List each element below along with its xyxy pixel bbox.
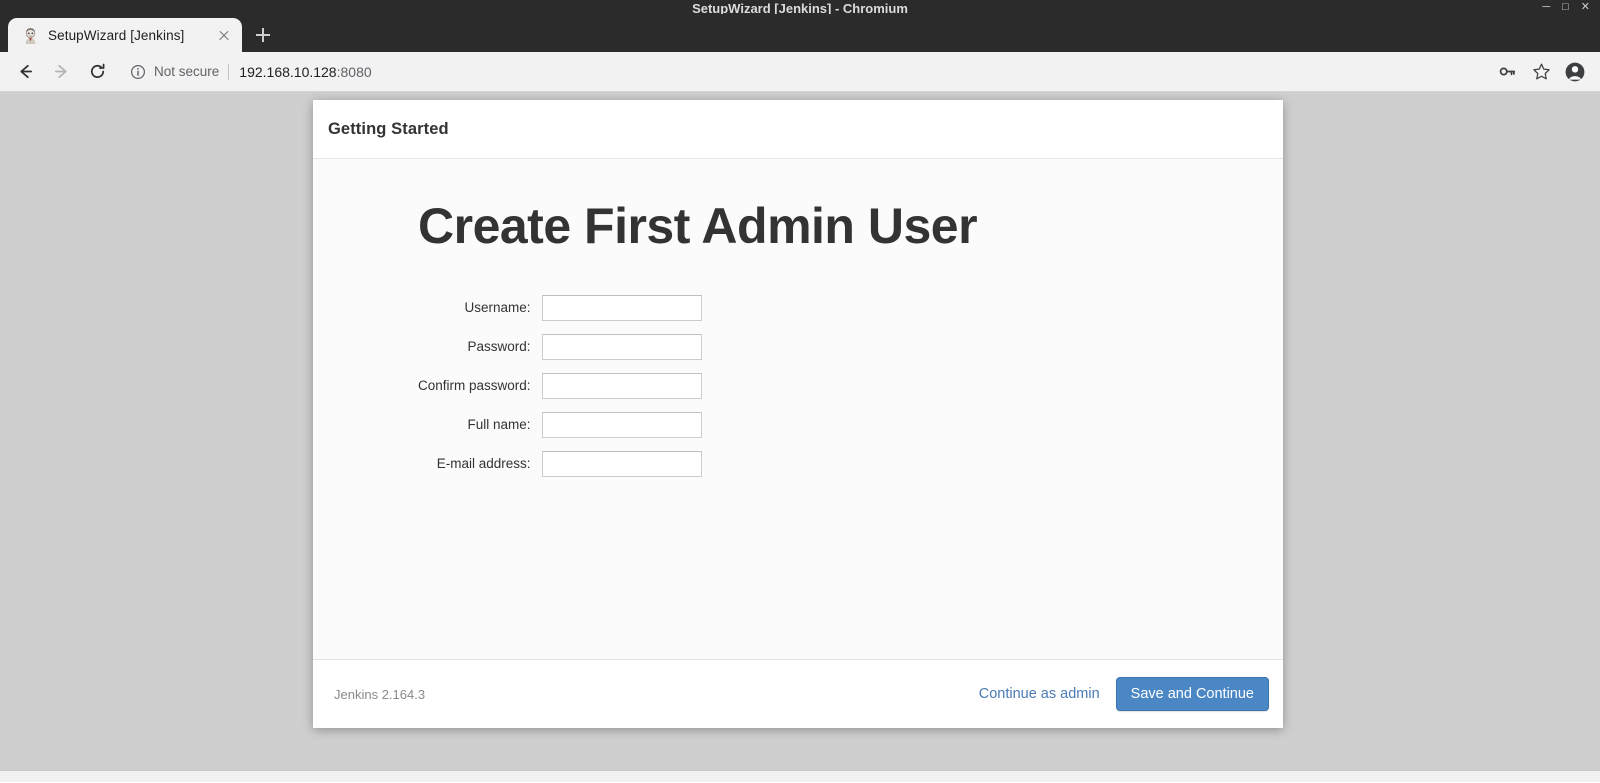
password-input[interactable]	[541, 333, 702, 360]
jenkins-version-label: Jenkins 2.164.3	[334, 686, 426, 702]
confirm-password-input[interactable]	[541, 372, 702, 399]
minimize-icon[interactable]: ─	[1542, 2, 1550, 13]
jenkins-butler-icon	[22, 27, 39, 44]
full-name-input[interactable]	[541, 411, 702, 438]
username-input[interactable]	[541, 294, 702, 321]
main-heading: Create First Admin User	[418, 198, 978, 254]
url-host: 192.168.10.128	[239, 63, 337, 80]
continue-as-admin-link[interactable]: Continue as admin	[979, 686, 1100, 702]
url-port: :8080	[336, 63, 372, 80]
email-address-label: E-mail address:	[436, 456, 531, 471]
back-button[interactable]	[10, 57, 40, 87]
setup-wizard-card: Getting Started Create First Admin User …	[313, 100, 1283, 728]
info-circle-icon[interactable]	[130, 64, 146, 80]
browser-tab-setupwizard[interactable]: SetupWizard [Jenkins]	[8, 18, 242, 52]
card-header: Getting Started	[313, 100, 1283, 159]
tab-strip: SetupWizard [Jenkins]	[0, 14, 1600, 52]
form-row: Full name:	[418, 405, 702, 444]
username-label: Username:	[464, 300, 531, 315]
star-icon[interactable]	[1526, 57, 1556, 87]
new-tab-button[interactable]	[248, 20, 278, 50]
forward-arrow-icon	[54, 64, 67, 79]
toolbar-actions	[1492, 57, 1590, 87]
reload-icon	[90, 63, 104, 78]
maximize-icon[interactable]: □	[1562, 2, 1569, 13]
profile-avatar-icon[interactable]	[1560, 57, 1590, 87]
admin-user-form: Username: Password: Confirm password: Fu…	[418, 288, 702, 483]
card-footer: Jenkins 2.164.3 Continue as admin Save a…	[313, 659, 1283, 728]
confirm-password-label: Confirm password:	[418, 378, 531, 393]
page-viewport: Getting Started Create First Admin User …	[0, 92, 1600, 782]
save-and-continue-button[interactable]: Save and Continue	[1115, 677, 1269, 711]
footer-actions: Continue as admin Save and Continue	[979, 677, 1269, 711]
card-body: Create First Admin User Username: Passwo…	[313, 159, 1283, 659]
horizontal-scrollbar[interactable]	[0, 770, 1600, 782]
close-icon[interactable]: ✕	[1581, 2, 1590, 13]
security-status-label: Not secure	[154, 64, 220, 79]
reload-button[interactable]	[82, 57, 112, 87]
key-icon[interactable]	[1492, 57, 1522, 87]
back-arrow-icon	[19, 64, 32, 79]
email-address-input[interactable]	[541, 450, 702, 477]
address-bar[interactable]: Not secure 192.168.10.128:8080	[122, 58, 1492, 86]
window-controls: ─ □ ✕	[1542, 2, 1590, 13]
tab-title: SetupWizard [Jenkins]	[48, 27, 185, 43]
window-titlebar: SetupWizard [Jenkins] - Chromium ─ □ ✕	[0, 0, 1600, 15]
form-row: Password:	[418, 327, 702, 366]
form-row: Confirm password:	[418, 366, 702, 405]
forward-button[interactable]	[46, 57, 76, 87]
form-row: Username:	[418, 288, 702, 327]
url-text: 192.168.10.128:8080	[239, 64, 371, 80]
browser-toolbar: Not secure 192.168.10.128:8080	[0, 52, 1600, 92]
password-label: Password:	[467, 339, 531, 354]
form-row: E-mail address:	[418, 444, 702, 483]
omnibox-divider	[228, 63, 230, 80]
close-icon[interactable]	[214, 25, 234, 45]
page-title: Getting Started	[328, 119, 449, 138]
full-name-label: Full name:	[467, 417, 531, 432]
